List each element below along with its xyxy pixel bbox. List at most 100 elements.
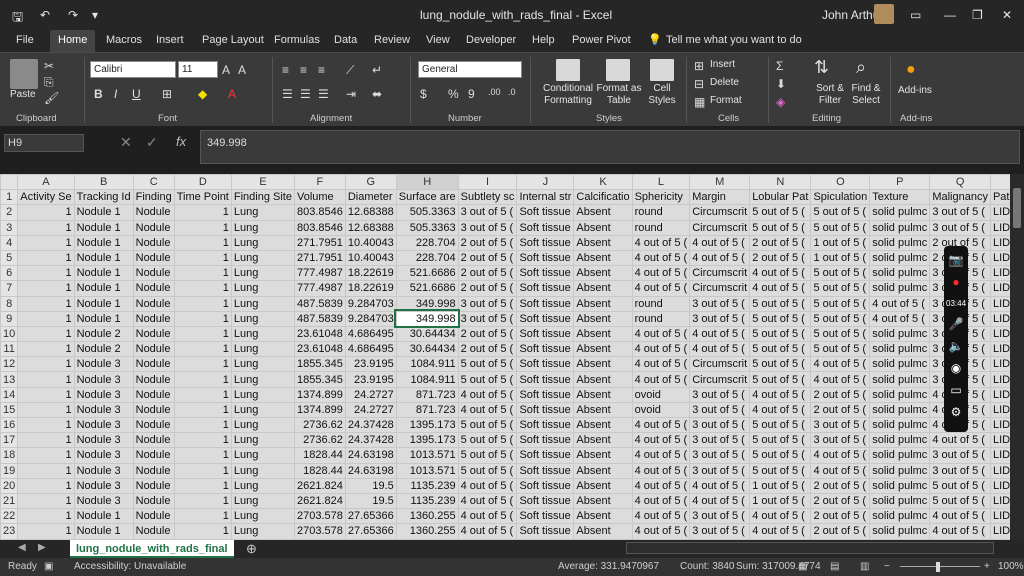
cell[interactable]: Lung [230,401,295,419]
cell[interactable]: solid pulmc [869,356,931,373]
zoom-in-icon[interactable]: + [984,561,990,572]
bold-icon[interactable]: B [94,87,103,101]
cell[interactable]: Lung [230,432,295,449]
tab-help[interactable]: Help [524,30,563,52]
save-icon[interactable]: 🖫 [12,8,23,30]
cell[interactable]: 9.284703 [344,310,397,327]
row-header[interactable]: 5 [0,249,19,267]
cell[interactable]: Lung [230,234,295,251]
cell[interactable]: 5 out of 5 ( [749,204,812,221]
cell[interactable]: Soft tissue [516,416,575,434]
cell[interactable]: Absent [573,341,633,358]
cell[interactable]: 2736.62 [293,416,346,434]
cell[interactable]: 23.61048 [293,341,346,358]
header-cell[interactable]: Surface are [395,189,459,206]
cell[interactable]: 4 out of 5 ( [929,523,991,540]
cell[interactable]: Soft tissue [516,356,575,373]
cell[interactable]: 1828.44 [293,447,346,464]
header-cell[interactable]: Internal str [516,189,575,206]
cell[interactable]: 5 out of 5 ( [810,265,871,282]
cell[interactable]: Lung [230,462,295,479]
cell[interactable]: 1 [173,280,232,297]
cell[interactable]: Nodule [132,401,175,419]
cell[interactable]: Soft tissue [516,234,575,251]
cell[interactable]: 3 out of 5 ( [810,416,871,434]
cell[interactable]: LIDC-IDRI-0 [989,508,1010,525]
cell[interactable]: Lung [230,508,295,525]
autosum-icon[interactable]: Σ [776,59,783,73]
cell[interactable]: 1360.255 [395,508,459,525]
cell[interactable]: LIDC-IDRI-0 [989,356,1010,373]
cell[interactable]: 5 out of 5 ( [749,416,812,434]
cell[interactable]: 24.2727 [344,386,397,403]
cell[interactable]: Soft tissue [516,265,575,282]
cell[interactable]: 4 out of 5 ( [457,477,518,494]
format-cells-icon[interactable]: ▦ [694,95,705,109]
cell[interactable]: 5 out of 5 ( [810,280,871,297]
cell[interactable]: 487.5839 [293,310,346,327]
cell[interactable]: 349.998 [394,309,461,329]
cell[interactable]: 4 out of 5 ( [631,280,691,297]
cell[interactable]: Nodule 1 [73,310,134,327]
paste-button[interactable]: Paste [10,89,36,101]
cell[interactable]: Nodule 3 [73,386,134,403]
cell[interactable]: 1 [173,295,232,312]
vertical-scrollbar[interactable] [1010,174,1024,540]
cell[interactable]: 30.64434 [395,341,459,358]
cell[interactable]: 19.5 [344,477,397,494]
cell[interactable]: 228.704 [395,249,459,267]
increase-font-icon[interactable]: A [222,63,230,77]
select-all-corner[interactable] [0,174,19,191]
cell[interactable]: 5 out of 5 ( [810,219,871,236]
tab-power-pivot[interactable]: Power Pivot [564,30,639,52]
record-icon[interactable]: ● [948,274,964,290]
cell[interactable]: 24.63198 [344,447,397,464]
cell[interactable]: LIDC-IDRI-0 [989,249,1010,267]
percent-icon[interactable]: % [448,87,459,101]
cell[interactable]: Nodule [132,356,175,373]
cell[interactable]: 1 [173,234,232,251]
cell[interactable]: Absent [573,310,633,327]
cell[interactable]: 4.686495 [344,325,397,343]
cell[interactable]: Absent [573,462,633,479]
cell[interactable]: Nodule 3 [73,462,134,479]
column-header[interactable]: K [573,174,633,191]
cell[interactable]: 3 out of 5 ( [689,416,751,434]
cell[interactable]: 24.37428 [344,432,397,449]
column-header[interactable]: R [989,174,1010,191]
cell[interactable]: Nodule 1 [73,234,134,251]
cell[interactable]: 5 out of 5 ( [457,447,518,464]
clear-icon[interactable]: ◈ [776,95,785,109]
cell[interactable]: solid pulmc [869,416,931,434]
cell[interactable]: 5 out of 5 ( [457,416,518,434]
header-cell[interactable]: Tracking Id [73,189,134,206]
row-header[interactable]: 10 [0,325,19,343]
cell[interactable]: Soft tissue [516,508,575,525]
cell[interactable]: 4 out of 5 ( [749,280,812,297]
cell[interactable]: Nodule [132,295,175,312]
cell[interactable]: 5 out of 5 ( [810,204,871,221]
cell[interactable]: 1 [173,401,232,419]
cell[interactable]: 1 [17,477,75,494]
fill-color-icon[interactable]: ◆ [198,87,207,101]
cell[interactable]: 4 out of 5 ( [457,523,518,540]
cell[interactable]: 4 out of 5 ( [631,341,691,358]
row-header[interactable]: 18 [0,447,19,464]
undo-icon[interactable]: ↶ [40,8,50,22]
cell[interactable]: LIDC-IDRI-0 [989,492,1010,510]
cell[interactable]: 4 out of 5 ( [749,401,812,419]
cell[interactable]: Nodule [132,523,175,540]
cell[interactable]: 4 out of 5 ( [749,386,812,403]
cell[interactable]: 1 [173,432,232,449]
row-header[interactable]: 7 [0,280,19,297]
cell[interactable]: 4 out of 5 ( [457,508,518,525]
find-select-icon[interactable]: ⌕ [856,57,866,78]
cell[interactable]: 271.7951 [293,234,346,251]
cell[interactable]: Nodule [132,341,175,358]
cell[interactable]: 18.22619 [344,265,397,282]
cell[interactable]: 5 out of 5 ( [457,356,518,373]
row-header[interactable]: 21 [0,492,19,510]
cell[interactable]: 3 out of 5 ( [929,204,991,221]
cell[interactable]: Soft tissue [516,523,575,540]
row-header[interactable]: 6 [0,265,19,282]
